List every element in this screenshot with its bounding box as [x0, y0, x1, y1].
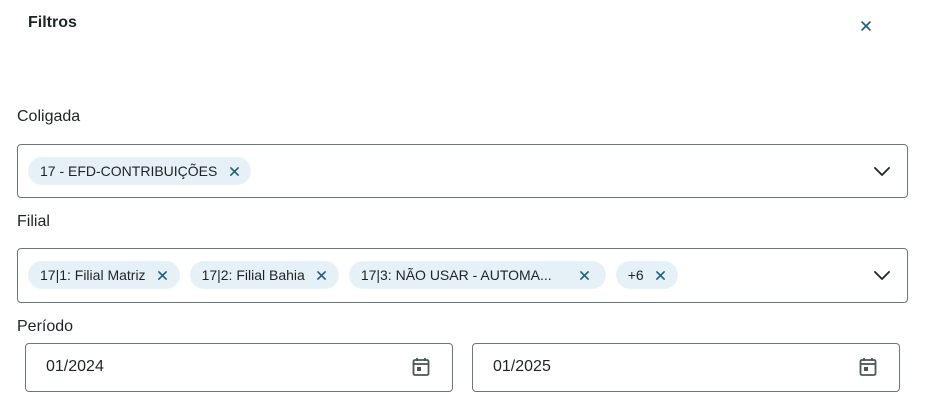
periodo-label: Período: [17, 318, 74, 335]
chip-label: +6: [627, 267, 644, 283]
filial-chip: 17|3: NÃO USAR - AUTOMA...: [348, 261, 606, 289]
remove-chip-icon[interactable]: [158, 270, 168, 280]
calendar-icon[interactable]: [412, 357, 430, 377]
close-icon[interactable]: [861, 21, 871, 31]
filial-chip: 17|1: Filial Matriz: [28, 261, 180, 289]
close-button[interactable]: [856, 16, 876, 36]
coligada-chip: 17 - EFD-CONTRIBUIÇÕES: [28, 157, 252, 185]
more-chips-badge[interactable]: +6: [615, 261, 678, 289]
chip-label: 17|1: Filial Matriz: [40, 267, 146, 283]
filial-chip: 17|2: Filial Bahia: [189, 261, 339, 289]
remove-chip-icon[interactable]: [656, 270, 666, 280]
end-date-input[interactable]: 01/2025: [472, 343, 900, 392]
remove-chip-icon[interactable]: [317, 270, 327, 280]
filial-label: Filial: [17, 213, 50, 230]
chip-label: 17|2: Filial Bahia: [201, 267, 305, 283]
remove-chip-icon[interactable]: [580, 270, 590, 280]
dialog-title: Filtros: [28, 14, 77, 31]
start-date-value: 01/2024: [46, 358, 104, 375]
chevron-down-icon[interactable]: [873, 164, 891, 178]
chip-label: 17|3: NÃO USAR - AUTOMA...: [360, 267, 552, 283]
end-date-value: 01/2025: [493, 358, 551, 375]
coligada-select[interactable]: 17 - EFD-CONTRIBUIÇÕES: [17, 144, 908, 198]
chevron-down-icon[interactable]: [873, 268, 891, 282]
remove-chip-icon[interactable]: [229, 166, 239, 176]
start-date-input[interactable]: 01/2024: [25, 343, 453, 392]
chip-label: 17 - EFD-CONTRIBUIÇÕES: [40, 163, 218, 179]
calendar-icon[interactable]: [859, 357, 877, 377]
filial-select[interactable]: 17|1: Filial Matriz 17|2: Filial Bahia 1…: [17, 248, 908, 303]
coligada-label: Coligada: [17, 108, 81, 125]
